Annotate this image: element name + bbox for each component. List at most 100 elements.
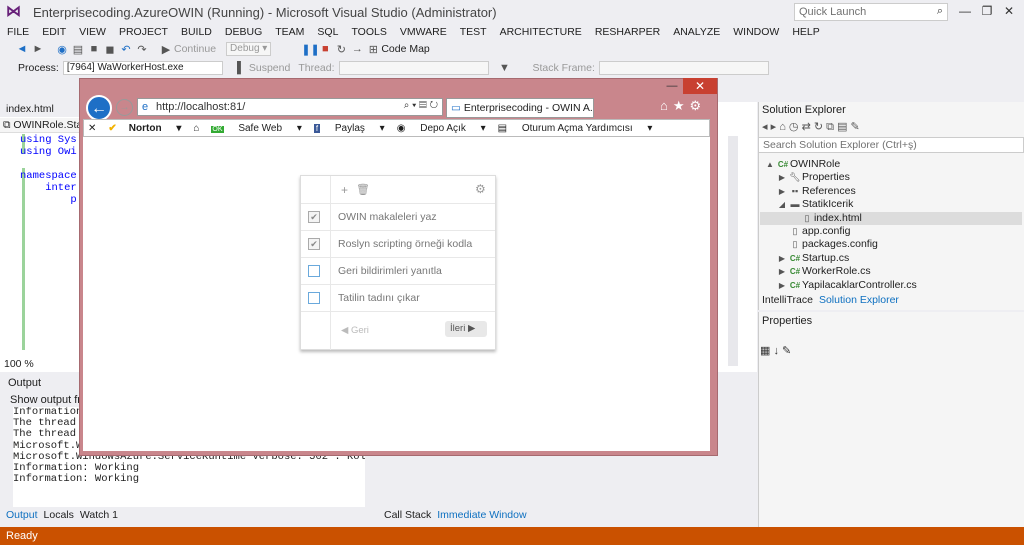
todo-item[interactable]: Tatilin tadını çıkar	[301, 285, 495, 312]
add-icon[interactable]: +	[341, 183, 348, 197]
menu-architecture[interactable]: ARCHITECTURE	[500, 26, 582, 38]
tab-intellitrace[interactable]: IntelliTrace	[762, 294, 813, 306]
norton-button[interactable]: ✔ Norton ▾	[108, 123, 181, 134]
expand-arrow-icon[interactable]: ▶	[776, 171, 788, 184]
quick-launch-input[interactable]: Quick Launch ⌕	[794, 3, 948, 21]
sync-icon[interactable]: ⇄	[802, 121, 811, 133]
undo-icon[interactable]: ↶	[118, 43, 134, 56]
menu-file[interactable]: FILE	[7, 26, 29, 38]
tree-item[interactable]: ◢ ▬ StatikIcerik	[760, 198, 1022, 211]
expand-arrow-icon[interactable]: ▶	[776, 252, 788, 265]
menu-test[interactable]: TEST	[460, 26, 487, 38]
configuration-select[interactable]: Debug ▾	[226, 42, 272, 56]
properties-icon[interactable]: ✎	[851, 121, 860, 133]
home-icon[interactable]: ⌂	[779, 121, 786, 133]
minimize-button[interactable]: —	[955, 4, 975, 18]
menu-team[interactable]: TEAM	[275, 26, 304, 38]
trash-icon[interactable]: 🗑︎	[356, 183, 370, 196]
thread-select[interactable]	[338, 61, 489, 75]
close-button[interactable]: ✕	[999, 4, 1019, 18]
code-map-icon[interactable]: ⊞	[365, 43, 381, 56]
home-icon[interactable]: ⌂	[193, 123, 199, 134]
tree-item[interactable]: ▲ C# OWINRole	[760, 158, 1022, 171]
menu-view[interactable]: VIEW	[79, 26, 106, 38]
expand-arrow-icon[interactable]: ▲	[764, 158, 776, 171]
play-icon[interactable]: ▶	[158, 43, 174, 56]
settings-icon[interactable]: ⚙	[690, 98, 702, 113]
categorized-icon[interactable]: ▦	[760, 345, 770, 357]
forward-icon[interactable]: ►	[30, 43, 46, 55]
menu-analyze[interactable]: ANALYZE	[673, 26, 720, 38]
stack-frame-select[interactable]	[598, 61, 769, 75]
todo-checkbox[interactable]	[308, 265, 320, 277]
expand-arrow-icon[interactable]: ▶	[776, 265, 788, 278]
tree-item[interactable]: ▶ C# YapilacaklarController.cs	[760, 279, 1022, 292]
menu-build[interactable]: BUILD	[181, 26, 212, 38]
favorites-icon[interactable]: ★	[673, 98, 685, 113]
browser-back-button[interactable]: ←	[86, 95, 112, 121]
tree-item[interactable]: ▶ 🔧︎Properties	[760, 171, 1022, 184]
tree-item[interactable]: ▶ C# Startup.cs	[760, 252, 1022, 265]
alphabetical-icon[interactable]: ↓	[773, 345, 779, 357]
home-icon[interactable]: ⌂	[660, 98, 668, 113]
solution-explorer-search-input[interactable]: Search Solution Explorer (Ctrl+ş)	[758, 137, 1024, 153]
pause-icon[interactable]: ❚❚	[301, 43, 319, 56]
prev-button[interactable]: ◀ Geri	[341, 325, 369, 336]
address-bar[interactable]: e http://localhost:81/ ⌕ ▾ ▤ ↻	[137, 98, 443, 116]
tab-call-stack[interactable]: Call Stack	[384, 509, 431, 521]
maximize-button[interactable]: ❐	[977, 4, 997, 18]
menu-project[interactable]: PROJECT	[119, 26, 168, 38]
new-project-icon[interactable]: ◉	[54, 43, 70, 56]
close-toolbar-icon[interactable]: ✕	[88, 123, 96, 134]
todo-checkbox[interactable]	[308, 292, 320, 304]
expand-arrow-icon[interactable]: ◢	[776, 198, 788, 211]
code-editor[interactable]: using Sys using Owi namespace inter p	[20, 134, 77, 206]
menu-window[interactable]: WINDOW	[733, 26, 779, 38]
document-tab[interactable]: index.html	[0, 102, 80, 117]
vertical-scrollbar[interactable]	[728, 136, 738, 366]
menu-sql[interactable]: SQL	[317, 26, 338, 38]
stop-icon[interactable]: ■	[317, 43, 333, 55]
suspend-icon[interactable]: ▌	[233, 62, 249, 74]
tree-item[interactable]: ▯ app.config	[760, 225, 1022, 238]
safe-web-button[interactable]: OK Safe Web ▾	[211, 123, 302, 134]
collapse-all-icon[interactable]: ⧉	[826, 121, 834, 133]
todo-item[interactable]: ✔ Roslyn scripting örneği kodla	[301, 231, 495, 258]
menu-resharper[interactable]: RESHARPER	[595, 26, 660, 38]
browser-forward-button[interactable]: →	[116, 99, 133, 116]
save-all-icon[interactable]: ◼	[102, 43, 118, 56]
tree-item[interactable]: ▶ ▪▪ References	[760, 185, 1022, 198]
next-button[interactable]: İleri ▶	[445, 321, 487, 337]
code-map-button[interactable]: Code Map	[381, 43, 429, 55]
paylas-button[interactable]: f Paylaş ▾	[313, 123, 385, 134]
menu-help[interactable]: HELP	[792, 26, 819, 38]
suspend-button[interactable]: Suspend	[249, 62, 290, 74]
tab-solution-explorer[interactable]: Solution Explorer	[819, 294, 899, 306]
depo-button[interactable]: ◉ Depo Açık ▾	[397, 123, 486, 134]
tab-immediate-window[interactable]: Immediate Window	[437, 509, 526, 521]
show-all-files-icon[interactable]: ▤	[837, 121, 847, 133]
menu-debug[interactable]: DEBUG	[225, 26, 262, 38]
tree-item[interactable]: ▯ packages.config	[760, 238, 1022, 251]
tab-watch-1[interactable]: Watch 1	[80, 509, 118, 521]
restart-icon[interactable]: ↻	[333, 43, 349, 56]
navigation-bar[interactable]: ⧉ OWINRole.Star	[0, 118, 80, 133]
back-icon[interactable]: ◂	[762, 121, 768, 133]
oturum-button[interactable]: ▤ Oturum Açma Yardımcısı ▾	[498, 123, 653, 134]
expand-arrow-icon[interactable]: ▶	[776, 185, 788, 198]
tab-output[interactable]: Output	[6, 509, 38, 521]
zoom-level[interactable]: 100 %	[4, 358, 34, 370]
back-icon[interactable]: ◄	[14, 43, 30, 55]
browser-minimize-button[interactable]: —	[662, 80, 682, 92]
todo-checkbox[interactable]: ✔	[308, 238, 320, 250]
expand-arrow-icon[interactable]: ▶	[776, 279, 788, 292]
menu-tools[interactable]: TOOLS	[351, 26, 386, 38]
property-pages-icon[interactable]: ✎	[782, 345, 791, 357]
filter-icon[interactable]: ▼	[497, 62, 513, 74]
compatibility-icon[interactable]: ▤	[419, 100, 427, 111]
open-icon[interactable]: ▤	[70, 43, 86, 56]
tab-locals[interactable]: Locals	[44, 509, 74, 521]
continue-button[interactable]: Continue	[174, 43, 216, 55]
pending-changes-icon[interactable]: ◷	[789, 121, 799, 133]
gear-icon[interactable]: ⚙	[475, 182, 486, 196]
